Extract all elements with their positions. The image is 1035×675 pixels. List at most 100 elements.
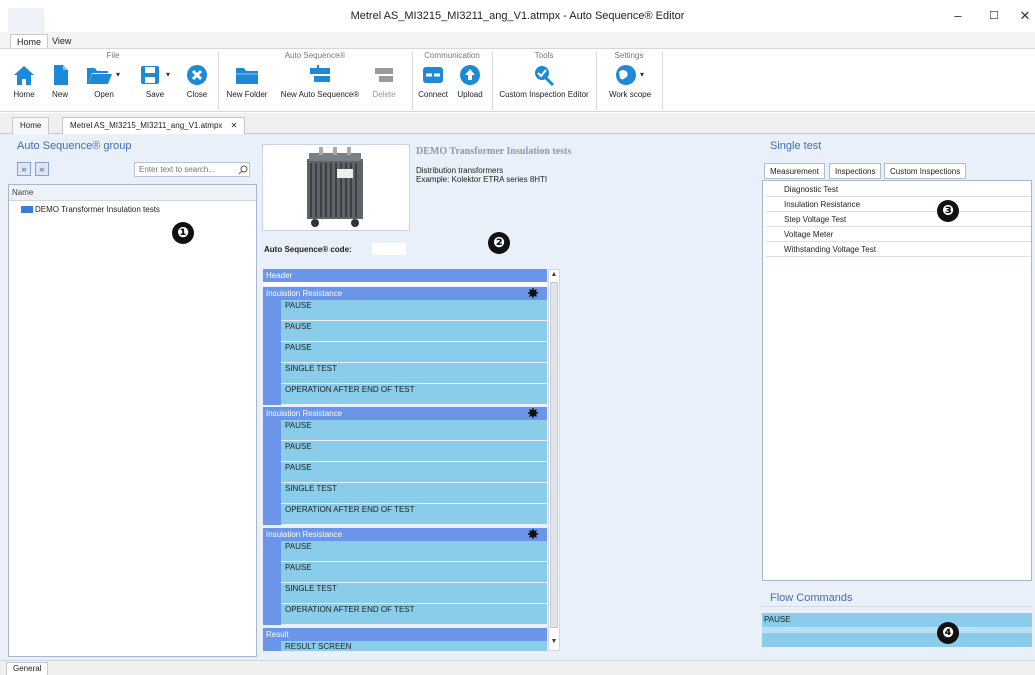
work-scope-button[interactable]: ▾ Work scope (604, 64, 656, 99)
step-item[interactable]: OPERATION AFTER END OF TEST (281, 504, 547, 524)
tab-general[interactable]: General (6, 662, 49, 675)
connect-button-label: Connect (418, 90, 448, 99)
sequence-header[interactable]: Header (263, 269, 547, 282)
right-panel-title: Single test (770, 140, 822, 152)
new-button[interactable]: New (48, 64, 72, 99)
new-folder-button[interactable]: New Folder (225, 64, 269, 99)
block-title[interactable]: Insulation Resistance (263, 528, 547, 541)
flow-command-item-empty[interactable] (762, 633, 1032, 647)
expand-all-button[interactable]: » (17, 162, 31, 176)
close-window-button[interactable]: ✕ (1010, 6, 1035, 26)
block-sidebar (263, 541, 281, 625)
callout-badge-1: ❶ (172, 222, 194, 244)
title-bar: Metrel AS_MI3215_MI3211_ang_V1.atmpx - A… (0, 0, 1035, 34)
new-auto-sequence-button[interactable]: New Auto Sequence® (279, 64, 361, 99)
ribbon-tab-view[interactable]: View (46, 34, 77, 49)
delete-button-label: Delete (372, 90, 396, 99)
minimize-button[interactable]: – (943, 6, 973, 26)
sequence-scrollbar[interactable]: ▲ ▼ (548, 269, 560, 651)
code-label: Auto Sequence® code: (264, 245, 352, 254)
callout-badge-4: ❹ (937, 622, 959, 644)
group-separator (662, 52, 663, 110)
delete-button[interactable]: Delete (370, 64, 398, 99)
list-item[interactable]: Step Voltage Test (766, 213, 1031, 227)
close-button[interactable]: Close (184, 64, 210, 99)
doc-tab-close-icon[interactable]: ✕ (231, 121, 238, 130)
list-item[interactable]: Insulation Resistance (766, 198, 1031, 212)
ribbon-tab-home[interactable]: Home (10, 34, 49, 49)
scroll-thumb[interactable] (550, 282, 558, 628)
scroll-down-icon[interactable]: ▼ (550, 638, 558, 646)
collapse-all-button[interactable]: « (35, 162, 49, 176)
step-item[interactable]: PAUSE (281, 441, 547, 461)
step-item[interactable]: PAUSE (281, 541, 547, 561)
step-item[interactable]: PAUSE (281, 342, 547, 362)
block-title[interactable]: Insulation Resistance (263, 287, 547, 300)
step-item[interactable]: PAUSE (281, 562, 547, 582)
upload-icon (460, 65, 480, 85)
upload-button-label: Upload (457, 90, 483, 99)
tab-measurement[interactable]: Measurement (764, 163, 825, 179)
tab-custom-inspections[interactable]: Custom Inspections (884, 163, 967, 179)
transformer-image (262, 144, 410, 231)
window-title: Metrel AS_MI3215_MI3211_ang_V1.atmpx - A… (350, 10, 685, 22)
result-title[interactable]: Result (263, 628, 547, 641)
code-field[interactable] (372, 243, 406, 255)
delete-icon (375, 68, 393, 82)
flow-command-item[interactable]: PAUSE (762, 613, 1032, 627)
tree-item-label: DEMO Transformer Insulation tests (35, 205, 160, 214)
sequence-group-tree: Name DEMO Transformer Insulation tests (8, 184, 257, 657)
custom-inspection-editor-button[interactable]: Custom Inspection Editor (497, 64, 591, 99)
home-button-label: Home (13, 90, 35, 99)
scroll-up-icon[interactable]: ▲ (550, 271, 558, 279)
open-button[interactable]: ▾ Open (84, 64, 124, 99)
search-input[interactable] (134, 162, 250, 177)
custom-inspection-editor-button-label: Custom Inspection Editor (499, 90, 589, 99)
new-button-label: New (51, 90, 68, 99)
step-item[interactable]: SINGLE TEST (281, 483, 547, 503)
upload-button[interactable]: Upload (453, 64, 487, 99)
save-button-label: Save (145, 90, 165, 99)
maximize-button[interactable]: ☐ (979, 6, 1009, 26)
block-title[interactable]: Insulation Resistance (263, 407, 547, 420)
close-button-label: Close (186, 90, 208, 99)
gear-icon[interactable] (528, 529, 538, 539)
step-item[interactable]: PAUSE (281, 462, 547, 482)
close-icon (187, 65, 207, 85)
step-item[interactable]: SINGLE TEST (281, 583, 547, 603)
group-auto-sequence-title: Auto Sequence® (284, 51, 346, 60)
gear-icon[interactable] (528, 288, 538, 298)
sequence-description-line1: Distribution transformers (416, 166, 504, 175)
list-item[interactable]: Voltage Meter (766, 228, 1031, 242)
tree-item[interactable]: DEMO Transformer Insulation tests (21, 205, 160, 214)
step-item[interactable]: PAUSE (281, 321, 547, 341)
group-separator (492, 52, 493, 110)
gear-icon[interactable] (528, 408, 538, 418)
step-item[interactable]: PAUSE (281, 420, 547, 440)
doc-tab-home[interactable]: Home (12, 117, 50, 134)
doc-tab-file-label: Metrel AS_MI3215_MI3211_ang_V1.atmpx (70, 121, 223, 130)
list-item[interactable]: Diagnostic Test (766, 183, 1031, 197)
callout-badge-3: ❸ (937, 200, 959, 222)
step-item[interactable]: RESULT SCREEN (281, 641, 547, 651)
home-button[interactable]: Home (12, 64, 36, 99)
step-item[interactable]: PAUSE (281, 300, 547, 320)
step-item[interactable]: OPERATION AFTER END OF TEST (281, 384, 547, 404)
save-button[interactable]: ▾ Save (135, 64, 175, 99)
group-separator (596, 52, 597, 110)
group-communication-title: Communication (424, 51, 480, 60)
tab-inspections[interactable]: Inspections (829, 163, 882, 179)
column-header-name: Name (9, 185, 256, 201)
group-separator (412, 52, 413, 110)
group-settings-title: Settings (614, 51, 644, 60)
custom-inspection-icon (535, 66, 555, 86)
step-item[interactable]: SINGLE TEST (281, 363, 547, 383)
list-item[interactable]: Withstanding Voltage Test (766, 243, 1031, 257)
open-folder-icon: ▾ (87, 68, 120, 84)
connect-button[interactable]: Connect (415, 64, 451, 99)
left-panel-title: Auto Sequence® group (17, 140, 132, 152)
step-item[interactable]: OPERATION AFTER END OF TEST (281, 604, 547, 624)
doc-tab-file[interactable]: Metrel AS_MI3215_MI3211_ang_V1.atmpx ✕ (62, 117, 246, 134)
spacer (263, 282, 547, 286)
open-button-label: Open (94, 90, 114, 99)
